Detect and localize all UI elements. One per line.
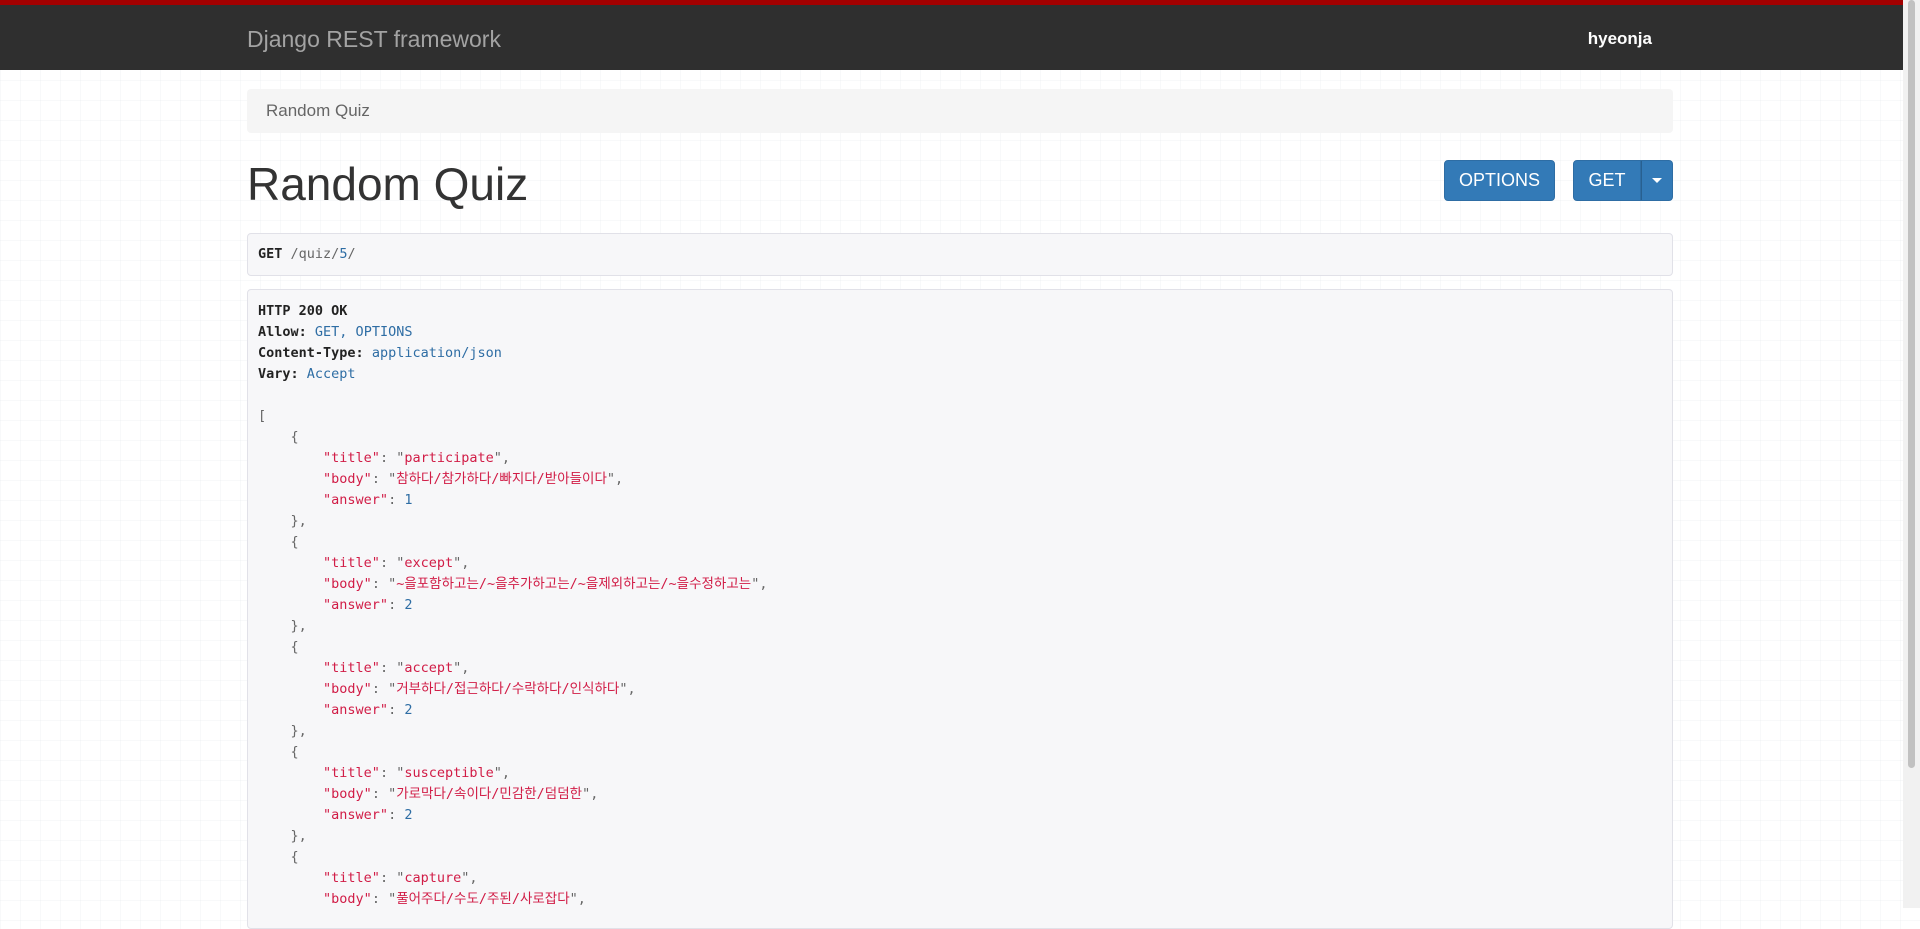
- response-status: HTTP 200 OK: [258, 303, 348, 319]
- json-object-close: },: [258, 618, 307, 634]
- json-body-row: "body": "거부하다/접근하다/수락하다/인식하다",: [323, 681, 636, 697]
- response-header: Content-Type: application/json: [258, 345, 502, 361]
- json-title-row: "title": "participate",: [323, 450, 511, 466]
- request-method: GET: [258, 246, 283, 262]
- json-object-close: },: [258, 828, 307, 844]
- caret-down-icon: [1652, 178, 1662, 183]
- response-info: HTTP 200 OK Allow: GET, OPTIONS Content-…: [247, 289, 1673, 929]
- json-answer-row: "answer": 2: [323, 702, 413, 718]
- breadcrumb: Random Quiz: [247, 89, 1673, 133]
- page-title: Random Quiz: [247, 158, 529, 210]
- json-object-open: {: [258, 849, 299, 865]
- response-body: [ { "title": "participate", "body": "참하다…: [258, 406, 1662, 910]
- json-object-open: {: [258, 429, 299, 445]
- json-title-row: "title": "accept",: [323, 660, 470, 676]
- get-format-dropdown-button[interactable]: [1641, 160, 1673, 201]
- json-answer-row: "answer": 2: [323, 807, 413, 823]
- json-object-open: {: [258, 534, 299, 550]
- json-object-open: {: [258, 639, 299, 655]
- response-header: Vary: Accept: [258, 366, 356, 382]
- request-path: /quiz/5/: [290, 246, 356, 262]
- json-body-row: "body": "풀어주다/수도/주된/사로잡다",: [323, 891, 586, 907]
- json-open-bracket: [: [258, 408, 267, 424]
- brand-link[interactable]: Django REST framework: [247, 26, 501, 53]
- response-header: Allow: GET, OPTIONS: [258, 324, 413, 340]
- request-info: GET /quiz/5/: [247, 233, 1673, 276]
- json-answer-row: "answer": 2: [323, 597, 413, 613]
- json-body-row: "body": "가로막다/속이다/민감한/덤덤한",: [323, 786, 599, 802]
- options-button[interactable]: OPTIONS: [1444, 160, 1555, 201]
- json-object-open: {: [258, 744, 299, 760]
- json-object-close: },: [258, 723, 307, 739]
- json-title-row: "title": "except",: [323, 555, 470, 571]
- navbar: Django REST framework hyeonja: [0, 0, 1920, 70]
- json-body-row: "body": "참하다/참가하다/빠지다/받아들이다",: [323, 471, 624, 487]
- json-answer-row: "answer": 1: [323, 492, 413, 508]
- page-scrollbar[interactable]: [1903, 0, 1920, 908]
- breadcrumb-current: Random Quiz: [266, 101, 370, 120]
- user-menu[interactable]: hyeonja: [1588, 29, 1652, 49]
- json-body-row: "body": "~을포함하고는/~을추가하고는/~을제외하고는/~을수정하고는…: [323, 576, 768, 592]
- scrollbar-thumb[interactable]: [1908, 0, 1915, 768]
- get-button[interactable]: GET: [1573, 160, 1641, 201]
- json-object-close: },: [258, 513, 307, 529]
- json-title-row: "title": "susceptible",: [323, 765, 511, 781]
- json-title-row: "title": "capture",: [323, 870, 478, 886]
